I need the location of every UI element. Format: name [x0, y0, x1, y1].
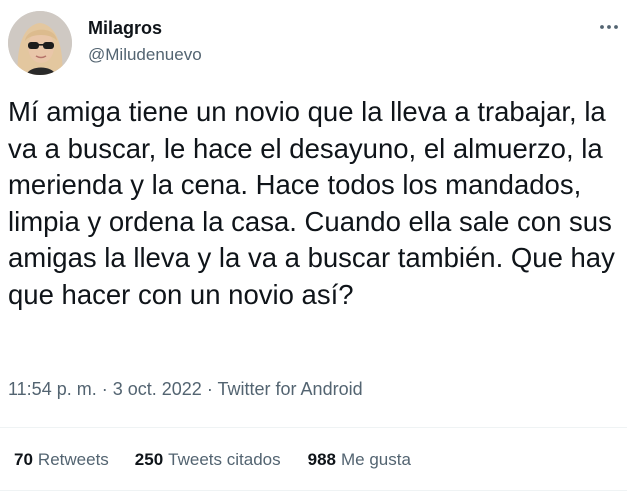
retweets-label: Retweets	[37, 450, 109, 469]
retweets-stat[interactable]: 70 Retweets	[14, 449, 109, 471]
tweet-time[interactable]: 11:54 p. m.	[8, 379, 97, 399]
quote-tweets-stat[interactable]: 250 Tweets citados	[135, 449, 281, 471]
user-handle[interactable]: @Miludenuevo	[88, 44, 202, 66]
more-options-button[interactable]	[596, 14, 622, 40]
tweet-card: Milagros @Miludenuevo Mí amiga tiene un …	[0, 0, 627, 504]
quote-tweets-count: 250	[134, 450, 164, 469]
likes-count: 988	[307, 450, 336, 469]
meta-separator: ·	[206, 379, 213, 399]
tweet-text: Mí amiga tiene un novio que la lleva a t…	[8, 96, 615, 310]
divider	[0, 427, 627, 428]
tweet-source-link[interactable]: Twitter for Android	[218, 379, 363, 399]
engagement-stats: 70 Retweets 250 Tweets citados 988 Me gu…	[14, 449, 411, 471]
display-name[interactable]: Milagros	[88, 17, 162, 39]
avatar[interactable]	[8, 11, 72, 75]
tweet-meta: 11:54 p. m. · 3 oct. 2022 · Twitter for …	[8, 377, 363, 401]
likes-label: Me gusta	[341, 450, 411, 469]
more-horizontal-icon	[600, 25, 618, 29]
divider	[0, 490, 627, 491]
meta-separator: ·	[101, 379, 108, 399]
quote-tweets-label: Tweets citados	[168, 450, 281, 469]
retweets-count: 70	[14, 450, 33, 469]
tweet-date[interactable]: 3 oct. 2022	[113, 379, 202, 399]
likes-stat[interactable]: 988 Me gusta	[308, 449, 411, 471]
